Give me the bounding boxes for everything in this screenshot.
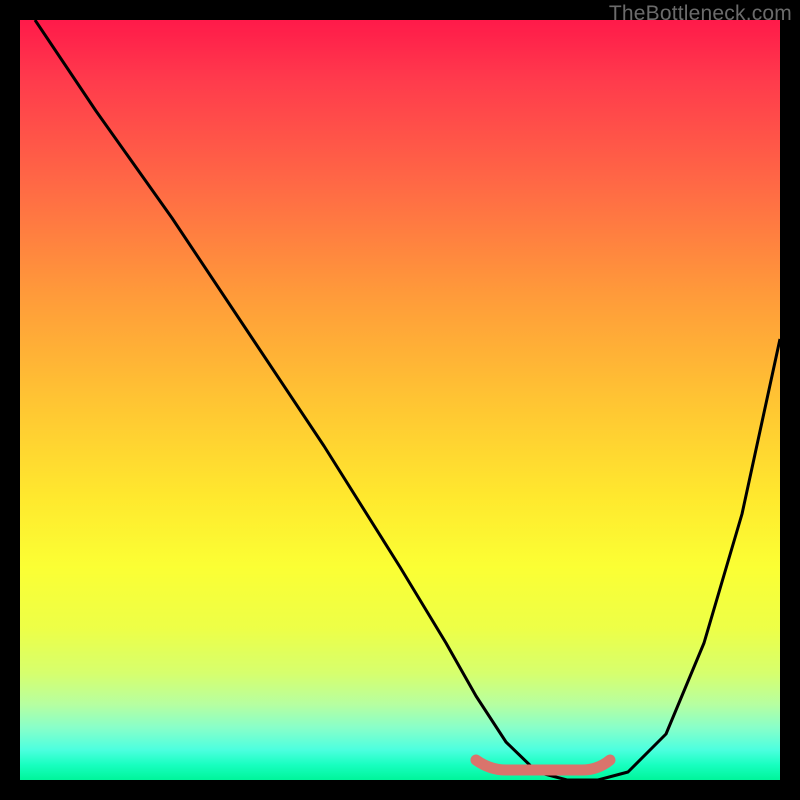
chart-frame: TheBottleneck.com — [0, 0, 800, 800]
flat-segment — [476, 760, 610, 770]
plot-area — [20, 20, 780, 780]
bottleneck-curve — [35, 20, 780, 780]
curve-layer — [20, 20, 780, 780]
watermark-text: TheBottleneck.com — [609, 2, 792, 26]
